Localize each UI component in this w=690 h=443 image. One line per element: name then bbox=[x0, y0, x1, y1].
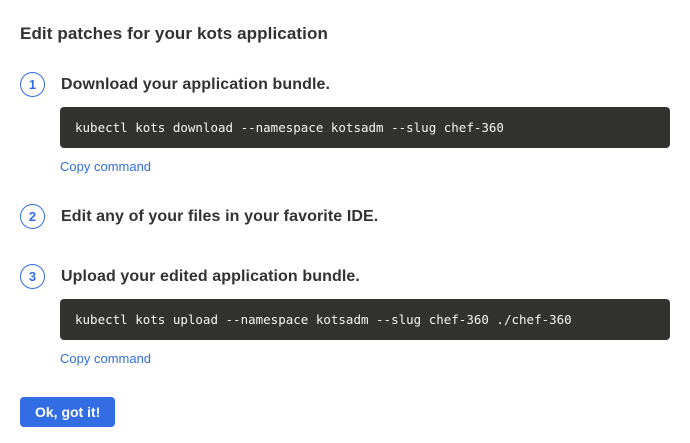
copy-download-command-link[interactable]: Copy command bbox=[60, 159, 151, 174]
copy-upload-command-link[interactable]: Copy command bbox=[60, 351, 151, 366]
step-item-download: 1 Download your application bundle. bbox=[20, 72, 670, 97]
ok-got-it-button[interactable]: Ok, got it! bbox=[20, 397, 115, 427]
step-number-badge: 2 bbox=[20, 204, 45, 229]
step-label: Download your application bundle. bbox=[61, 76, 330, 94]
step-label: Upload your edited application bundle. bbox=[61, 268, 360, 286]
step-item-upload: 3 Upload your edited application bundle. bbox=[20, 264, 670, 289]
page-title: Edit patches for your kots application bbox=[20, 24, 670, 43]
edit-patches-panel: Edit patches for your kots application 1… bbox=[0, 0, 690, 443]
step-label: Edit any of your files in your favorite … bbox=[61, 208, 378, 226]
upload-command-code-block: kubectl kots upload --namespace kotsadm … bbox=[60, 299, 670, 340]
step-number-badge: 1 bbox=[20, 72, 45, 97]
step-number-badge: 3 bbox=[20, 264, 45, 289]
footer-actions: Ok, got it! bbox=[20, 368, 670, 427]
download-command-code-block: kubectl kots download --namespace kotsad… bbox=[60, 107, 670, 148]
step-item-edit: 2 Edit any of your files in your favorit… bbox=[20, 204, 670, 229]
